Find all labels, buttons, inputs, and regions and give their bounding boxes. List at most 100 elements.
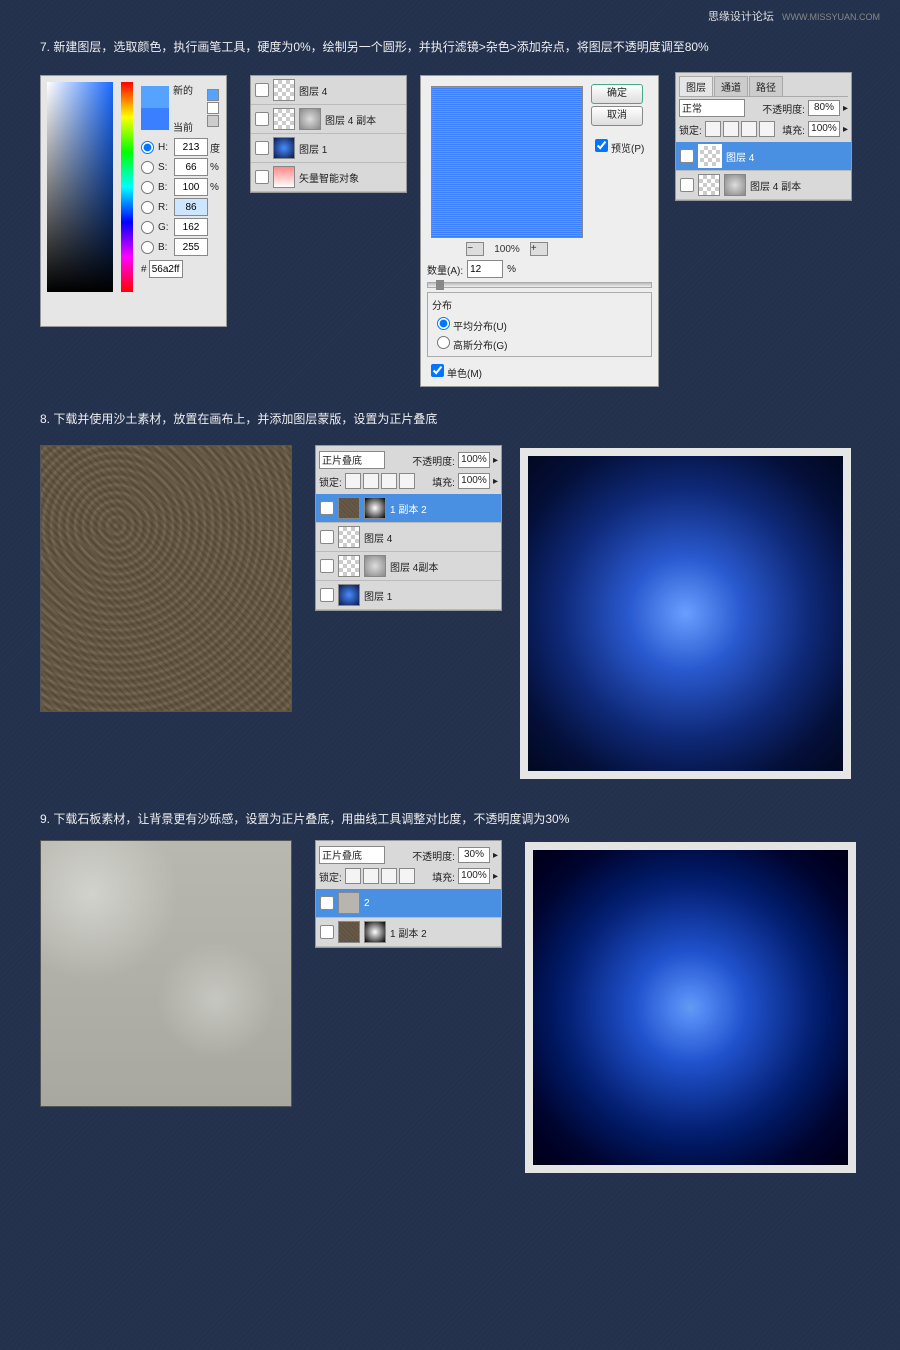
lock-icon[interactable] (381, 473, 397, 489)
result-preview-8 (520, 448, 851, 779)
layers-panel-9: 正片叠底不透明度:30%▸ 锁定:填充:100%▸ 2 1 副本 2 (315, 840, 502, 948)
visibility-icon[interactable] (320, 588, 334, 602)
lock-move-icon[interactable] (741, 121, 757, 137)
visibility-icon[interactable] (320, 501, 334, 515)
layer-row[interactable]: 图层 4 (251, 76, 406, 105)
layer-thumb (273, 137, 295, 159)
opacity-input[interactable]: 30% (458, 847, 490, 863)
step7-text: 7. 新建图层，选取颜色，执行画笔工具，硬度为0%，绘制另一个圆形，并执行滤镜>… (40, 38, 860, 55)
current-color-swatch (141, 108, 169, 130)
hue-slider[interactable] (121, 82, 133, 292)
visibility-icon[interactable] (680, 149, 694, 163)
blend-mode-select[interactable]: 正片叠底 (319, 846, 385, 864)
zoom-in-button[interactable]: + (530, 242, 548, 256)
layer-thumb (338, 584, 360, 606)
visibility-icon[interactable] (320, 896, 334, 910)
lock-icon[interactable] (363, 473, 379, 489)
lock-icon[interactable] (399, 473, 415, 489)
layer-row[interactable]: 图层 4 (676, 142, 851, 171)
layer-row[interactable]: 1 副本 2 (316, 494, 501, 523)
fx-thumb (724, 174, 746, 196)
watermark-title: 思缘设计论坛 (708, 11, 774, 23)
opacity-input[interactable]: 80% (808, 100, 840, 116)
s-input[interactable] (174, 158, 208, 176)
swatch-icon (207, 115, 219, 127)
fill-input[interactable]: 100% (458, 473, 490, 489)
layer-row[interactable]: 图层 4副本 (316, 552, 501, 581)
layer-row[interactable]: 2 (316, 889, 501, 918)
layer-thumb (273, 108, 295, 130)
zoom-out-button[interactable]: − (466, 242, 484, 256)
mask-thumb (364, 497, 386, 519)
layer-thumb (698, 144, 722, 168)
visibility-icon[interactable] (320, 925, 334, 939)
add-noise-dialog: −100%+ 确定 取消 预览(P) 数量(A):% 分布 平均分布(U) 高斯… (420, 75, 659, 387)
tab-paths[interactable]: 路径 (749, 76, 783, 96)
lock-all-icon[interactable] (759, 121, 775, 137)
layer-thumb (338, 921, 360, 943)
bl-radio[interactable] (141, 241, 154, 254)
layer-row[interactable]: 图层 1 (316, 581, 501, 610)
result-preview-9 (525, 842, 856, 1173)
lock-icon[interactable] (381, 868, 397, 884)
step9-text: 9. 下载石板素材，让背景更有沙砾感，设置为正片叠底，用曲线工具调整对比度，不透… (40, 810, 860, 827)
layer-row[interactable]: 图层 4 副本 (251, 105, 406, 134)
b-radio[interactable] (141, 181, 154, 194)
new-label: 新的 (173, 82, 193, 97)
layer-row[interactable]: 图层 4 副本 (676, 171, 851, 200)
blend-mode-select[interactable]: 正片叠底 (319, 451, 385, 469)
visibility-icon[interactable] (255, 83, 269, 97)
opacity-input[interactable]: 100% (458, 452, 490, 468)
layer-row[interactable]: 图层 4 (316, 523, 501, 552)
layers-panel-7a: 图层 4 图层 4 副本 图层 1 矢量智能对象 (250, 75, 407, 193)
hex-input[interactable] (149, 260, 183, 278)
fx-thumb (299, 108, 321, 130)
uniform-radio[interactable] (437, 317, 450, 330)
visibility-icon[interactable] (255, 112, 269, 126)
amount-slider[interactable] (427, 282, 652, 288)
current-label: 当前 (173, 119, 193, 134)
step8-text: 8. 下载并使用沙土素材，放置在画布上，并添加图层蒙版，设置为正片叠底 (40, 410, 860, 427)
preview-checkbox[interactable] (595, 139, 608, 152)
visibility-icon[interactable] (255, 141, 269, 155)
lock-transparent-icon[interactable] (705, 121, 721, 137)
s-radio[interactable] (141, 161, 154, 174)
layer-thumb (698, 174, 720, 196)
visibility-icon[interactable] (320, 559, 334, 573)
layer-row[interactable]: 1 副本 2 (316, 918, 501, 947)
layer-row[interactable]: 矢量智能对象 (251, 163, 406, 192)
amount-input[interactable] (467, 260, 503, 278)
tab-layers[interactable]: 图层 (679, 76, 713, 96)
bl-input[interactable] (174, 238, 208, 256)
lock-icon[interactable] (399, 868, 415, 884)
swatch-icon (207, 89, 219, 101)
ok-button[interactable]: 确定 (591, 84, 643, 104)
g-radio[interactable] (141, 221, 154, 234)
fill-input[interactable]: 100% (808, 121, 840, 137)
tab-channels[interactable]: 通道 (714, 76, 748, 96)
layer-thumb (273, 79, 295, 101)
g-input[interactable] (174, 218, 208, 236)
color-picker: 新的 当前 H:度 S:% B:% R: G: B: # (40, 75, 227, 327)
cancel-button[interactable]: 取消 (591, 106, 643, 126)
h-radio[interactable] (141, 141, 154, 154)
lock-icon[interactable] (345, 868, 361, 884)
gaussian-radio[interactable] (437, 336, 450, 349)
h-input[interactable] (174, 138, 208, 156)
layer-row[interactable]: 图层 1 (251, 134, 406, 163)
fill-input[interactable]: 100% (458, 868, 490, 884)
lock-icon[interactable] (345, 473, 361, 489)
saturation-field[interactable] (47, 82, 113, 292)
visibility-icon[interactable] (255, 170, 269, 184)
blend-mode-select[interactable]: 正常 (679, 99, 745, 117)
lock-icon[interactable] (363, 868, 379, 884)
mono-checkbox[interactable] (431, 364, 444, 377)
r-input[interactable] (174, 198, 208, 216)
r-radio[interactable] (141, 201, 154, 214)
distribution-group: 分布 平均分布(U) 高斯分布(G) (427, 292, 652, 357)
visibility-icon[interactable] (320, 530, 334, 544)
visibility-icon[interactable] (680, 178, 694, 192)
b-input[interactable] (174, 178, 208, 196)
rock-texture-image (40, 840, 292, 1107)
lock-paint-icon[interactable] (723, 121, 739, 137)
